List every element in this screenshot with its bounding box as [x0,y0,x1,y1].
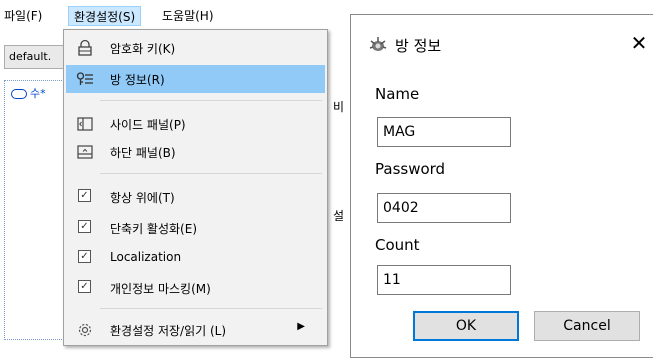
menu-item-label: 개인정보 마스킹(M) [110,282,211,296]
menu-item-label: 암호화 키(K) [110,42,176,56]
menu-item-label: 사이드 패널(P) [110,118,186,132]
menu-item-label: 환경설정 저장/읽기 (L) [110,324,227,338]
dialog-title: 방 정보 [395,37,442,55]
menu-item-encryption-key[interactable]: 암호화 키(K) [66,34,325,62]
menu-file[interactable]: 파일(F) [4,6,42,26]
background-text-fragment: 설 [333,209,345,223]
gear-icon [76,321,94,339]
menu-item-bottom-panel[interactable]: 하단 패널(B) [66,138,325,166]
toggle-icon [11,89,27,99]
password-label: Password [375,160,446,178]
checkmark-icon: ✓ [78,280,91,293]
lock-icon [76,39,94,57]
profile-tab-label: default. [9,50,52,63]
checkmark-icon: ✓ [78,189,91,202]
menu-item-privacy-masking[interactable]: ✓ 개인정보 마스킹(M) [66,274,325,302]
ok-button[interactable]: OK [413,311,519,341]
menu-item-enable-shortcuts[interactable]: ✓ 단축키 활성화(E) [66,214,325,242]
room-list[interactable]: 수* [4,80,66,340]
menu-item-label: 단축키 활성화(E) [110,222,198,236]
menu-separator [100,100,322,101]
menu-item-label: 항상 위에(T) [110,191,175,205]
background-text-fragment: 비 [333,100,345,114]
menu-item-settings-save-load[interactable]: 환경설정 저장/읽기 (L) ▶ [66,316,325,344]
checkmark-icon: ✓ [78,220,91,233]
menu-item-label: Localization [110,250,182,264]
menu-settings[interactable]: 환경설정(S) [68,6,142,26]
room-list-item[interactable]: 수* [11,85,46,101]
menu-item-always-on-top[interactable]: ✓ 항상 위에(T) [66,183,325,211]
menu-item-room-info[interactable]: 방 정보(R) [66,65,325,93]
close-icon[interactable]: ✕ [626,28,652,58]
name-label: Name [375,85,420,103]
count-label: Count [375,236,420,254]
submenu-arrow-icon: ▶ [297,321,305,332]
menu-item-label: 방 정보(R) [110,73,165,87]
menu-item-label: 하단 패널(B) [110,146,176,160]
menu-item-side-panel[interactable]: 사이드 패널(P) [66,110,325,138]
count-field[interactable]: 11 [377,265,511,295]
bottom-panel-icon [76,143,94,161]
settings-dropdown-menu: 암호화 키(K) 방 정보(R) 사이드 패널(P) 하단 패널(B) ✓ 항상… [63,29,328,346]
menu-bar: 파일(F) 환경설정(S) 도움말(H) [0,0,350,30]
checkmark-icon: ✓ [78,250,91,263]
room-list-item-label: 수* [30,87,46,100]
name-field[interactable]: MAG [377,117,511,147]
menu-separator [100,308,322,309]
cancel-button[interactable]: Cancel [534,311,640,341]
room-info-icon [76,70,94,88]
room-info-dialog: 방 정보 ✕ Name MAG Password 0402 Count 11 O… [350,14,653,358]
menu-separator [100,173,322,174]
side-panel-icon [76,115,94,133]
menu-item-localization[interactable]: ✓ Localization [66,244,325,272]
app-icon [368,35,388,55]
profile-tab[interactable]: default. [4,45,64,69]
password-field[interactable]: 0402 [377,193,511,223]
menu-help[interactable]: 도움말(H) [162,6,214,26]
